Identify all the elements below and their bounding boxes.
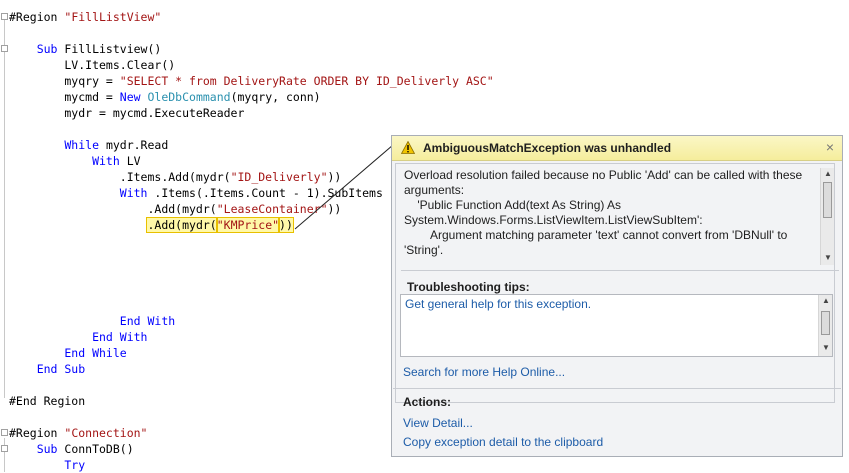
message-line: arguments: <box>404 183 465 197</box>
code-token: "LeaseContainer" <box>216 202 328 216</box>
region-collapse-marker[interactable] <box>1 429 8 436</box>
editor-gutter <box>0 0 3 472</box>
sub-collapse-marker[interactable] <box>1 445 8 452</box>
region-collapse-marker[interactable] <box>1 13 8 20</box>
code-token: .Items(.Items.Count - 1).SubItems <box>154 186 383 200</box>
region-outline-line <box>4 438 5 472</box>
tips-scrollbar[interactable]: ▲ ▼ <box>818 295 832 356</box>
code-token: mycmd = <box>9 90 120 104</box>
search-help-online-link[interactable]: Search for more Help Online... <box>403 365 565 379</box>
exception-helper-dialog: AmbiguousMatchException was unhandled × … <box>391 135 843 457</box>
code-line[interactable]: .Add(mydr("KMPrice")) <box>9 217 294 233</box>
message-scrollbar[interactable]: ▲ ▼ <box>820 168 834 265</box>
code-token: .Add(mydr( <box>146 217 218 233</box>
code-token: ConnToDB() <box>64 442 134 456</box>
code-line[interactable]: .Add(mydr("LeaseContainer")) <box>9 201 341 217</box>
code-token: End With <box>9 330 148 344</box>
code-token: While <box>9 138 106 152</box>
code-token: OleDbCommand <box>147 90 231 104</box>
scroll-thumb[interactable] <box>821 311 830 335</box>
sub-collapse-marker[interactable] <box>1 45 8 52</box>
region-outline-line <box>4 18 5 398</box>
code-token: )) <box>278 217 294 233</box>
code-token: LV <box>126 154 141 168</box>
scroll-thumb[interactable] <box>823 182 832 218</box>
code-token: .Add(mydr( <box>9 202 217 216</box>
troubleshooting-tips-box[interactable]: Get general help for this exception. ▲ ▼ <box>400 294 833 357</box>
code-line[interactable]: .Items.Add(mydr("ID_Deliverly")) <box>9 169 342 185</box>
code-line[interactable]: Sub FillListview() <box>9 41 162 57</box>
code-line[interactable]: End Sub <box>9 361 85 377</box>
code-token: "ID_Deliverly" <box>230 170 328 184</box>
message-line: 'String'. <box>404 243 444 257</box>
code-token: .Items.Add(mydr( <box>9 170 231 184</box>
code-line[interactable]: Sub ConnToDB() <box>9 441 134 457</box>
code-token: (myqry, conn) <box>230 90 321 104</box>
code-line[interactable]: End With <box>9 329 147 345</box>
code-token: "Connection" <box>64 426 148 440</box>
code-token: Try <box>9 458 86 472</box>
code-token: Sub <box>9 42 65 56</box>
code-line[interactable]: #Region "FillListView" <box>9 9 161 25</box>
code-line[interactable]: With .Items(.Items.Count - 1).SubItems <box>9 185 383 201</box>
code-line[interactable]: End With <box>9 313 175 329</box>
code-token: "SELECT * from DeliveryRate ORDER BY ID_… <box>119 74 494 88</box>
code-token: Sub <box>9 442 65 456</box>
code-line[interactable]: mycmd = New OleDbCommand(myqry, conn) <box>9 89 321 105</box>
code-token: #End Region <box>9 394 86 408</box>
exception-title-bar: AmbiguousMatchException was unhandled × <box>392 136 842 161</box>
code-token: )) <box>327 202 342 216</box>
code-token: #Region <box>9 10 65 24</box>
code-token: )) <box>327 170 342 184</box>
code-token: With <box>9 154 127 168</box>
code-line[interactable]: LV.Items.Clear() <box>9 57 175 73</box>
code-token: #Region <box>9 426 65 440</box>
scroll-down-icon[interactable]: ▼ <box>822 252 834 264</box>
code-token: mydr.Read <box>105 138 169 152</box>
general-help-link[interactable]: Get general help for this exception. <box>405 297 591 311</box>
section-divider <box>401 270 839 271</box>
code-line[interactable]: With LV <box>9 153 141 169</box>
code-token: New <box>119 90 148 104</box>
code-line[interactable]: myqry = "SELECT * from DeliveryRate ORDE… <box>9 73 494 89</box>
code-token: With <box>9 186 155 200</box>
code-token: FillListview() <box>64 42 162 56</box>
scroll-up-icon[interactable]: ▲ <box>820 295 832 307</box>
code-line[interactable]: End While <box>9 345 127 361</box>
message-line: 'Public Function Add(text As String) As <box>404 198 622 212</box>
actions-label: Actions: <box>403 395 451 409</box>
code-line[interactable]: While mydr.Read <box>9 137 168 153</box>
code-line[interactable]: #End Region <box>9 393 85 409</box>
code-token: End Sub <box>9 362 86 376</box>
code-line[interactable]: #Region "Connection" <box>9 425 147 441</box>
scroll-down-icon[interactable]: ▼ <box>820 342 832 354</box>
message-line: Argument matching parameter 'text' canno… <box>404 228 788 242</box>
code-token: End With <box>9 314 176 328</box>
code-token: myqry = <box>9 74 120 88</box>
view-detail-link[interactable]: View Detail... <box>403 416 473 430</box>
exception-title: AmbiguousMatchException was unhandled <box>423 141 672 155</box>
code-line[interactable]: Try <box>9 457 85 473</box>
code-line[interactable]: mydr = mycmd.ExecuteReader <box>9 105 244 121</box>
code-token: mydr = mycmd.ExecuteReader <box>9 106 245 120</box>
copy-exception-detail-link[interactable]: Copy exception detail to the clipboard <box>403 435 603 449</box>
exception-message: Overload resolution failed because no Pu… <box>404 168 809 258</box>
scroll-up-icon[interactable]: ▲ <box>822 168 834 180</box>
code-token: "KMPrice" <box>215 217 281 233</box>
close-icon[interactable]: × <box>826 139 834 155</box>
message-line: Overload resolution failed because no Pu… <box>404 168 803 182</box>
code-token: LV.Items.Clear() <box>9 58 176 72</box>
code-token: "FillListView" <box>64 10 162 24</box>
message-line: System.Windows.Forms.ListViewItem.ListVi… <box>404 213 703 227</box>
troubleshooting-tips-label: Troubleshooting tips: <box>407 280 530 294</box>
code-token: End While <box>9 346 127 360</box>
warning-icon <box>401 141 415 154</box>
section-divider <box>393 388 841 389</box>
